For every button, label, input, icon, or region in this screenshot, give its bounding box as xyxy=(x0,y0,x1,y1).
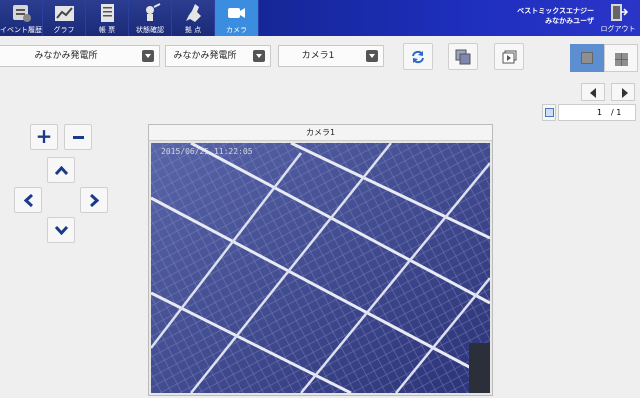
logout-label: ログアウト xyxy=(600,25,636,33)
chevron-down-icon xyxy=(55,226,68,235)
nav-label: イベント履歴 xyxy=(0,26,42,34)
nav-label: 拠 点 xyxy=(184,26,202,34)
chevron-left-icon xyxy=(24,194,33,207)
prev-page-button[interactable] xyxy=(581,83,605,101)
logout-icon xyxy=(611,4,629,21)
camera-feed-image[interactable]: 2015/06/25 11:22:05 xyxy=(151,143,490,393)
chevron-down-icon xyxy=(142,50,154,62)
station-select-1[interactable]: みなかみ発電所 xyxy=(0,45,160,67)
select-value: みなかみ発電所 xyxy=(34,51,98,61)
refresh-button[interactable] xyxy=(403,43,433,70)
chevron-right-icon xyxy=(90,194,99,207)
pan-left-button[interactable] xyxy=(14,187,42,213)
chevron-up-icon xyxy=(55,166,68,175)
page-indicator: 1 / 1 xyxy=(542,104,638,121)
nav-site[interactable]: 拠 点 xyxy=(172,0,215,36)
nav-label: カメラ xyxy=(226,26,247,34)
chevron-down-icon xyxy=(366,50,378,62)
event-history-icon xyxy=(13,5,31,22)
book-icon xyxy=(545,108,554,117)
grid-view-button[interactable] xyxy=(604,44,638,72)
nav-report[interactable]: 帳 票 xyxy=(86,0,129,36)
user-info: ベストミックスエナジー みなかみユーザ xyxy=(517,6,594,26)
select-value: カメラ1 xyxy=(301,51,335,61)
minus-icon xyxy=(73,136,84,139)
nav-label: 状態確認 xyxy=(136,26,164,34)
footer-strip xyxy=(0,398,640,404)
select-value: みなかみ発電所 xyxy=(173,51,237,61)
camera-select[interactable]: カメラ1 xyxy=(278,45,384,67)
nav-graph[interactable]: グラフ xyxy=(43,0,86,36)
camera-view-panel: カメラ1 2015/06/25 11:22:05 xyxy=(148,124,493,396)
page-list-button[interactable] xyxy=(542,104,556,121)
nav-camera[interactable]: カメラ xyxy=(215,0,259,36)
multi-window-icon xyxy=(455,49,471,65)
station-select-2[interactable]: みなかみ発電所 xyxy=(165,45,271,67)
company-name: ベストミックスエナジー xyxy=(517,7,594,15)
nav-label: グラフ xyxy=(53,26,75,34)
report-icon xyxy=(101,4,114,22)
camera-title: カメラ1 xyxy=(149,125,492,141)
single-view-button[interactable] xyxy=(570,44,604,72)
nav-status-check[interactable]: 状態確認 xyxy=(129,0,172,36)
camera-timestamp: 2015/06/25 11:22:05 xyxy=(161,147,253,156)
site-map-icon xyxy=(186,4,201,22)
status-check-icon xyxy=(146,3,161,21)
solar-panel-image xyxy=(151,143,490,393)
top-navigation-bar: イベント履歴 グラフ 帳 票 状態確認 拠 点 カメラ ベストミックスエナジー … xyxy=(0,0,640,36)
chevron-left-icon xyxy=(590,88,596,98)
tilt-down-button[interactable] xyxy=(47,217,75,243)
zoom-out-button[interactable] xyxy=(64,124,92,150)
logout-button[interactable]: ログアウト xyxy=(596,0,640,36)
video-play-icon xyxy=(502,50,517,64)
user-name: みなかみユーザ xyxy=(545,17,594,25)
plus-icon: + xyxy=(35,124,53,148)
chevron-down-icon xyxy=(253,50,265,62)
pan-right-button[interactable] xyxy=(80,187,108,213)
nav-event-history[interactable]: イベント履歴 xyxy=(0,0,43,36)
zoom-in-button[interactable]: + xyxy=(30,124,58,150)
playback-button[interactable] xyxy=(494,43,524,70)
page-current: 1 xyxy=(597,108,603,117)
nav-label: 帳 票 xyxy=(98,26,116,34)
chevron-right-icon xyxy=(622,88,628,98)
snapshot-button[interactable] xyxy=(448,43,478,70)
next-page-button[interactable] xyxy=(611,83,635,101)
grid-view-icon xyxy=(615,53,628,66)
page-total: / 1 xyxy=(611,108,622,117)
tilt-up-button[interactable] xyxy=(47,157,75,183)
single-view-icon xyxy=(581,52,593,64)
page-field[interactable]: 1 / 1 xyxy=(558,104,636,121)
refresh-icon xyxy=(412,50,424,64)
camera-icon xyxy=(228,8,245,18)
graph-icon xyxy=(55,6,74,21)
